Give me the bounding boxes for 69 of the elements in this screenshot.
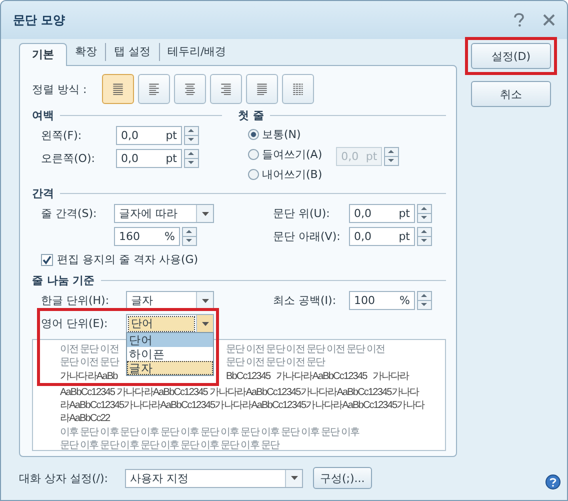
align-button[interactable] — [102, 74, 134, 104]
window-title: 문단 모양 — [13, 12, 66, 28]
field-label: 줄 간격(S): — [41, 206, 98, 221]
field-label: 대화 상자 설정(/): — [19, 470, 109, 486]
spinner-buttons[interactable] — [184, 126, 199, 145]
align-button[interactable] — [210, 74, 242, 104]
align-button[interactable] — [138, 74, 170, 104]
field-label: 정렬 방식 : — [32, 82, 88, 96]
spinner-buttons[interactable] — [417, 291, 432, 310]
caret-icon — [202, 322, 208, 326]
radio-button[interactable]: 들여쓰기(A) — [248, 144, 322, 164]
section-title: 줄 나눔 기준 — [32, 272, 95, 288]
preview-text: 문단 이전 문단 이전 문단 — [226, 356, 325, 370]
align-button[interactable] — [174, 74, 206, 104]
number-field[interactable]: 160 % — [114, 227, 180, 246]
dropdown[interactable]: 단어 — [126, 314, 214, 333]
caret-icon — [202, 298, 208, 302]
align-button[interactable] — [282, 74, 314, 104]
number-field[interactable]: 0,0 pt — [116, 126, 182, 145]
caret-icon — [290, 476, 298, 480]
section-title: 첫 줄 — [238, 108, 264, 122]
tab[interactable]: 테두리/배경 — [160, 43, 234, 61]
preview-text: 문단 이후 문단 이후 문단 이후 문단 이후 문단 이후 문단 — [60, 439, 279, 452]
preview-text: 라AaBbCc12345가나다라AaBbCc12345가나다라AaBbCc12345가나다라AaBbCc12345가나다 — [60, 399, 424, 412]
field-label: 문단 위(U): — [273, 206, 331, 221]
dropdown-option[interactable]: 글자 — [127, 361, 213, 375]
spinner-buttons[interactable] — [417, 204, 432, 223]
field-label: 최소 공백(I): — [273, 293, 338, 308]
number-field[interactable]: 100 % — [349, 291, 415, 310]
close-icon[interactable] — [543, 14, 555, 26]
dialog-button[interactable]: 취소 — [471, 81, 551, 107]
number-field[interactable]: 0,0 pt — [116, 149, 182, 168]
tab[interactable]: 탭 설정 — [106, 43, 160, 61]
dropdown[interactable]: 글자에 따라 — [114, 204, 214, 223]
spinner-buttons[interactable] — [184, 149, 199, 168]
help-icon[interactable] — [513, 13, 525, 27]
dialog-button[interactable]: 설정(D) — [471, 43, 551, 69]
dropdown-option[interactable]: 하이픈 — [127, 347, 213, 361]
field-label: 오른쪽(O): — [41, 151, 96, 166]
spinner-buttons[interactable] — [384, 147, 400, 166]
field-label: 문단 아래(V): — [273, 229, 342, 244]
preview-text: 문단 이전 문단 — [60, 356, 118, 370]
preview-text: BbCc12345 가나다라AaBbCc12345 가나다라 — [226, 370, 409, 383]
section-title: 간격 — [32, 186, 54, 200]
field-label: 영어 단위(E): — [41, 316, 109, 331]
spinner-buttons[interactable] — [182, 227, 197, 246]
radio-button[interactable]: 보통(N) — [248, 124, 322, 144]
caret-icon — [202, 212, 208, 216]
dropdown-option[interactable]: 단어 — [127, 333, 213, 347]
checkbox[interactable]: 편집 용지의 줄 격자 사용(G) — [41, 252, 198, 267]
preview-text: 이후 문단 이후 문단 이후 문단 이후 문단 이후 문단 이후 문단 이후 문단 이후 — [60, 426, 360, 440]
tab[interactable]: 기본 — [19, 43, 67, 66]
preview-text: 가나다라AaBb — [60, 370, 118, 383]
help-icon[interactable] — [545, 474, 561, 490]
number-field[interactable]: 0,0 pt — [349, 204, 415, 223]
radio-button[interactable]: 내어쓰기(B) — [248, 164, 322, 184]
preview-text: 라AaBbCc22 — [60, 412, 110, 426]
number-field[interactable]: 0,0 pt — [349, 227, 415, 246]
preview-text: 문단 이전 문단 이전 문단 이전 문단 이전 — [226, 343, 385, 356]
preview-text: 이전 문단 이전 — [60, 343, 118, 356]
preview-text: AaBbCc12345 가나다라AaBbCc12345 가나다라AaBbCc12345가나다라AaBbCc12345가나다 — [60, 386, 419, 400]
configure-button[interactable]: 구성(;)... — [313, 467, 372, 489]
field-label: 왼쪽(F): — [41, 128, 83, 143]
section-title: 여백 — [32, 108, 54, 122]
tab[interactable]: 확장 — [67, 43, 106, 61]
spinner-buttons[interactable] — [417, 227, 432, 246]
dropdown[interactable]: 사용자 지정 — [125, 468, 303, 488]
align-button[interactable] — [246, 74, 278, 104]
field-label: 한글 단위(H): — [41, 293, 110, 308]
